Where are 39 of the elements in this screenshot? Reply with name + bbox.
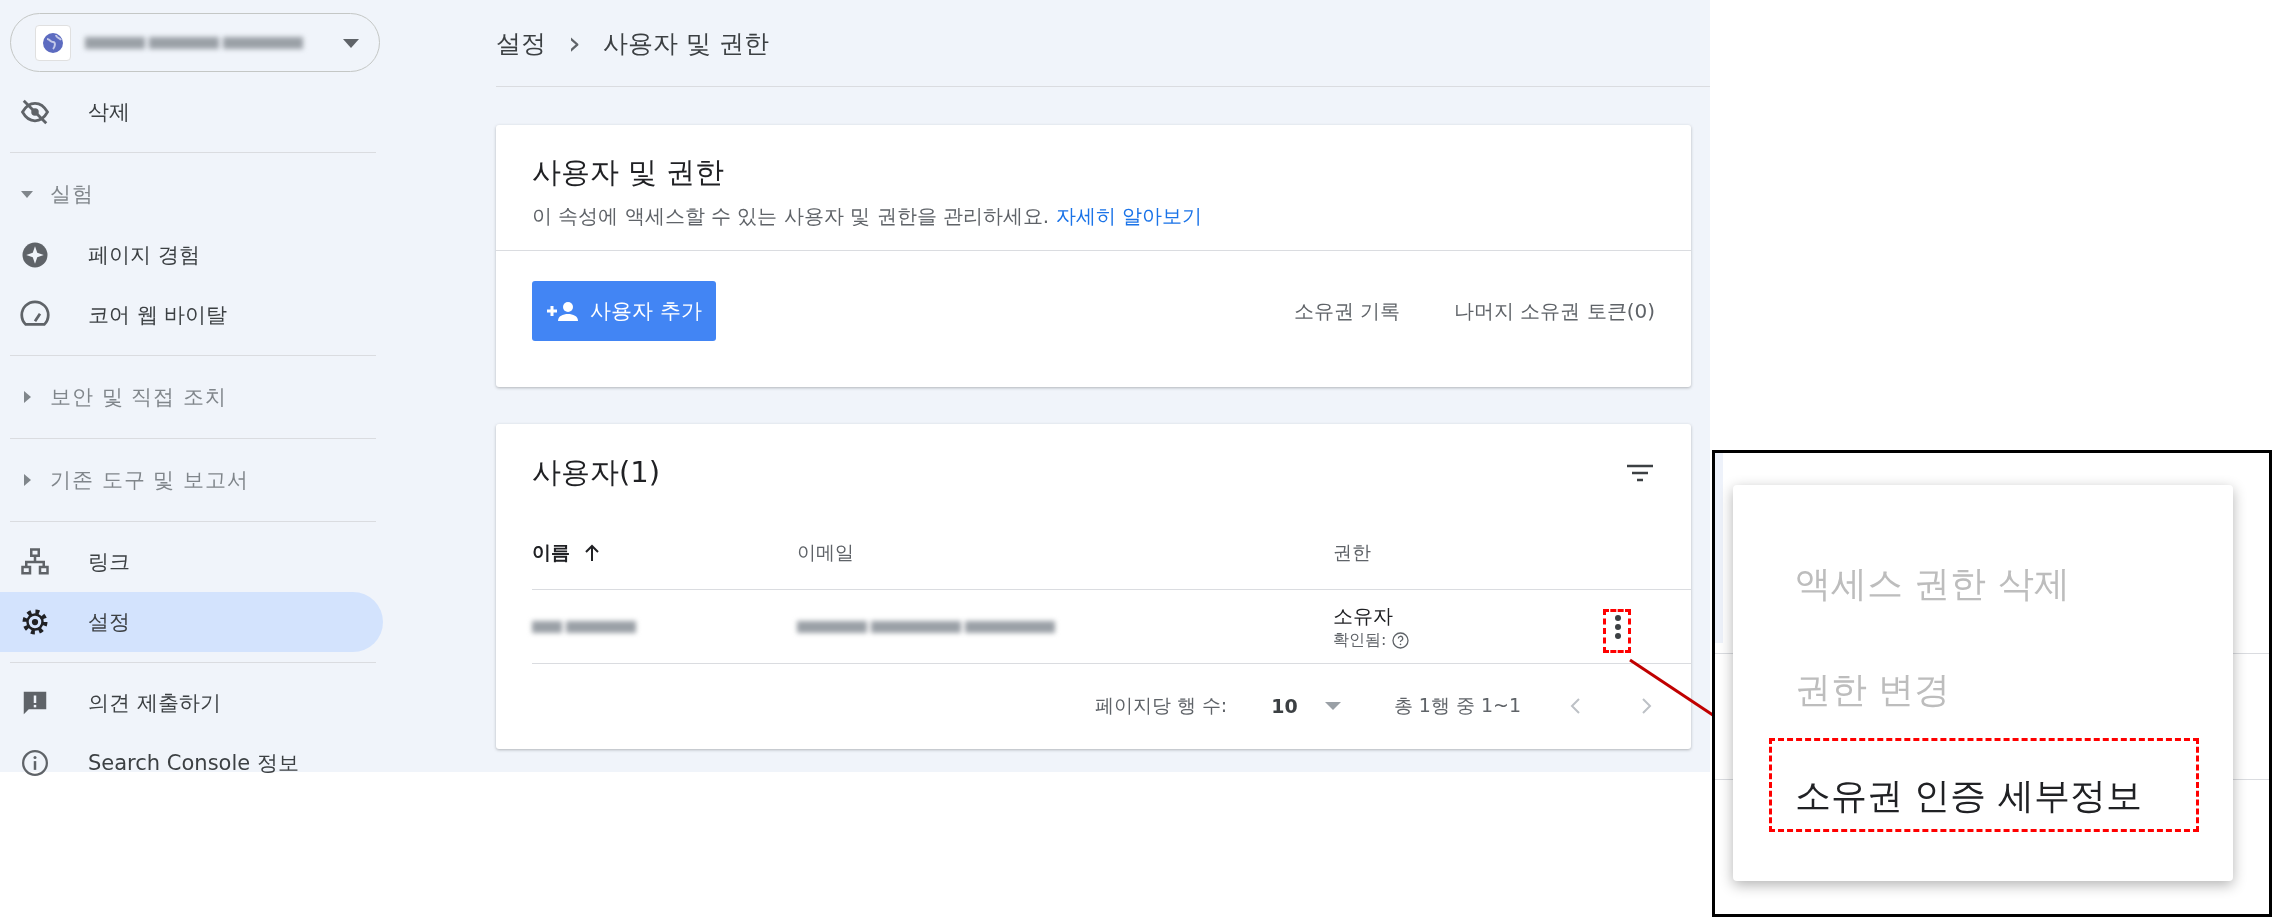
help-icon[interactable] xyxy=(1392,631,1410,649)
column-header[interactable]: 권한 xyxy=(1333,517,1631,590)
settings-icon xyxy=(20,607,50,637)
sidebar-item[interactable]: 삭제 xyxy=(0,82,363,142)
more-options-icon[interactable] xyxy=(1614,613,1622,640)
page-range: 총 1행 중 1~1 xyxy=(1393,693,1521,718)
sidebar-item[interactable]: 설정 xyxy=(0,592,383,652)
status-text: 확인됨: xyxy=(1333,629,1387,651)
card-description: 이 속성에 액세스할 수 있는 사용자 및 권한을 관리하세요. 자세히 알아보기 xyxy=(532,203,1203,230)
learn-more-link[interactable]: 자세히 알아보기 xyxy=(1055,204,1202,228)
annotation-box xyxy=(1603,609,1631,653)
permission-text: 소유자 xyxy=(1333,602,1393,630)
sidebar-item[interactable]: Search Console 정보 xyxy=(0,733,363,793)
sidebar-item[interactable]: 페이지 경험 xyxy=(0,225,363,285)
globe-icon xyxy=(35,24,71,61)
add-person-icon xyxy=(546,299,580,323)
info-icon xyxy=(20,748,50,778)
add-user-button[interactable]: 사용자 추가 xyxy=(532,281,716,341)
eye-off-icon xyxy=(20,97,50,127)
sidebar-item[interactable]: 의견 제출하기 xyxy=(0,673,363,733)
sitemap-icon xyxy=(20,547,50,577)
dropdown-arrow-icon[interactable] xyxy=(1323,701,1342,711)
sidebar-item[interactable]: 링크 xyxy=(0,532,363,592)
sort-arrow-icon xyxy=(584,544,600,562)
card-title: 사용자(1) xyxy=(532,453,661,491)
column-header[interactable]: 이름 xyxy=(532,517,797,590)
action-link[interactable]: 나머지 소유권 토큰(0) xyxy=(1453,297,1655,325)
breadcrumb-item: 사용자 및 권한 xyxy=(602,27,769,60)
dropdown-arrow-icon xyxy=(341,36,361,49)
rows-per-page-select[interactable]: 10 xyxy=(1271,695,1298,717)
breadcrumb-separator: › xyxy=(568,24,581,62)
rows-per-page-label: 페이지당 행 수: xyxy=(1094,693,1228,718)
action-link[interactable]: 소유권 기록 xyxy=(1293,297,1400,325)
sparkle-icon xyxy=(20,240,50,270)
menu-item[interactable]: 소유권 인증 세부정보 xyxy=(1733,743,2233,849)
column-header[interactable]: 이메일 xyxy=(797,517,1333,590)
card-title: 사용자 및 권한 xyxy=(532,154,726,191)
sidebar-item[interactable]: 코어 웹 바이탈 xyxy=(0,285,363,345)
breadcrumb-item[interactable]: 설정 xyxy=(496,26,546,60)
